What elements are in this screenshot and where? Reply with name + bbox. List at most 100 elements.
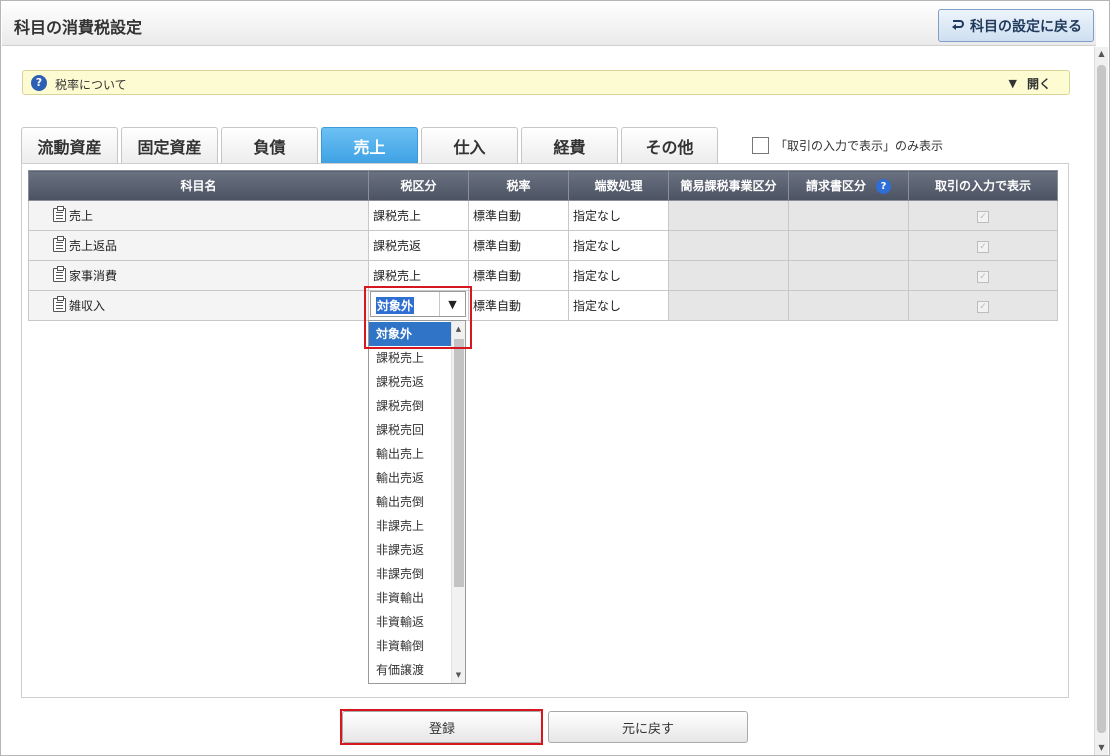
account-name: 雑収入 xyxy=(69,299,106,313)
tab-expenses[interactable]: 経費 xyxy=(521,127,618,164)
show-only-filter[interactable]: 「取引の入力で表示」のみ表示 xyxy=(752,137,943,154)
column-header-simplified-class: 簡易課税事業区分 xyxy=(668,170,789,201)
account-name: 売上 xyxy=(69,209,94,223)
tab-liabilities[interactable]: 負債 xyxy=(221,127,318,164)
invoice-class-header-label: 請求書区分 xyxy=(805,179,866,193)
show-in-entry-cell: ✓ xyxy=(908,200,1058,231)
disabled-checkbox: ✓ xyxy=(977,301,989,313)
tax-rate-cell[interactable]: 標準自動 xyxy=(468,230,569,261)
clipboard-icon xyxy=(53,296,66,312)
column-header-show-in-entry: 取引の入力で表示 xyxy=(908,170,1058,201)
info-open-toggle[interactable]: ▼ 開く xyxy=(1009,75,1051,92)
dropdown-option[interactable]: 課税売倒 xyxy=(369,394,451,418)
column-header-account: 科目名 xyxy=(28,170,369,201)
disabled-checkbox: ✓ xyxy=(977,211,989,223)
show-in-entry-cell: ✓ xyxy=(908,230,1058,261)
column-header-invoice-class: 請求書区分? xyxy=(788,170,909,201)
filter-label: 「取引の入力で表示」のみ表示 xyxy=(775,139,944,153)
table-row[interactable]: 売上返品 課税売返 標準自動 指定なし ✓ xyxy=(28,230,1058,261)
column-header-rounding: 端数処理 xyxy=(568,170,669,201)
clipboard-icon xyxy=(53,236,66,252)
accounts-table: 科目名 税区分 税率 端数処理 簡易課税事業区分 請求書区分? 取引の入力で表示… xyxy=(28,170,1058,321)
revert-button[interactable]: 元に戻す xyxy=(548,711,748,743)
table-row[interactable]: 家事消費 課税売上 標準自動 指定なし ✓ xyxy=(28,260,1058,291)
info-bar-text: 税率について xyxy=(55,78,127,92)
filter-checkbox[interactable] xyxy=(752,137,769,154)
account-name-cell: 家事消費 xyxy=(28,260,369,291)
scroll-up-arrow-icon[interactable]: ▲ xyxy=(1095,47,1108,61)
account-name: 売上返品 xyxy=(69,239,118,253)
dropdown-option[interactable]: 非課売上 xyxy=(369,514,451,538)
dropdown-option[interactable]: 非資輸倒 xyxy=(369,634,451,658)
simplified-class-cell xyxy=(668,260,789,291)
column-header-tax-rate: 税率 xyxy=(468,170,569,201)
clipboard-icon xyxy=(53,266,66,282)
show-in-entry-cell: ✓ xyxy=(908,290,1058,321)
triangle-down-icon: ▼ xyxy=(1008,77,1017,90)
open-toggle-label: 開く xyxy=(1026,77,1051,91)
page-title: 科目の消費税設定 xyxy=(14,18,143,37)
table-row[interactable]: 売上 課税売上 標準自動 指定なし ✓ xyxy=(28,200,1058,231)
back-to-account-settings-button[interactable]: 科目の設定に戻る xyxy=(938,9,1094,42)
dropdown-scroll-down-icon[interactable]: ▼ xyxy=(452,671,465,679)
dropdown-option[interactable]: 輸出売返 xyxy=(369,466,451,490)
disabled-checkbox: ✓ xyxy=(977,271,989,283)
dropdown-scroll-thumb[interactable] xyxy=(454,339,464,587)
dropdown-option[interactable]: 非資輸出 xyxy=(369,586,451,610)
invoice-class-cell xyxy=(788,290,909,321)
highlight-box-select xyxy=(364,286,472,349)
page-scrollbar[interactable]: ▲ ▼ xyxy=(1094,47,1108,755)
tab-current-assets[interactable]: 流動資産 xyxy=(21,127,118,164)
dropdown-scrollbar[interactable]: ▲ ▼ xyxy=(451,321,465,683)
return-arrow-icon xyxy=(952,19,964,30)
tab-purchases[interactable]: 仕入 xyxy=(421,127,518,164)
scroll-down-arrow-icon[interactable]: ▼ xyxy=(1095,741,1108,755)
table-row[interactable]: 雑収入 標準自動 指定なし ✓ xyxy=(28,290,1058,321)
tax-rate-cell[interactable]: 標準自動 xyxy=(468,260,569,291)
dropdown-option[interactable]: 課税売返 xyxy=(369,370,451,394)
account-name-cell: 売上 xyxy=(28,200,369,231)
tab-fixed-assets[interactable]: 固定資産 xyxy=(121,127,218,164)
back-button-label: 科目の設定に戻る xyxy=(970,18,1082,35)
rounding-cell[interactable]: 指定なし xyxy=(568,260,669,291)
invoice-class-cell xyxy=(788,200,909,231)
simplified-class-cell xyxy=(668,290,789,321)
dropdown-option[interactable]: 有価譲渡 xyxy=(369,658,451,682)
invoice-class-cell xyxy=(788,230,909,261)
dropdown-option[interactable]: 輸出売上 xyxy=(369,442,451,466)
dropdown-option[interactable]: 課税売上 xyxy=(369,346,451,370)
column-header-tax-class: 税区分 xyxy=(368,170,469,201)
question-icon: ? xyxy=(31,75,47,91)
category-tabs: 流動資産 固定資産 負債 売上 仕入 経費 その他 xyxy=(21,127,718,164)
clipboard-icon xyxy=(53,206,66,222)
account-name-cell: 売上返品 xyxy=(28,230,369,261)
tax-class-cell[interactable]: 課税売返 xyxy=(368,230,469,261)
tab-other[interactable]: その他 xyxy=(621,127,718,164)
tax-class-cell[interactable]: 課税売上 xyxy=(368,200,469,231)
rounding-cell[interactable]: 指定なし xyxy=(568,200,669,231)
rounding-cell[interactable]: 指定なし xyxy=(568,230,669,261)
dropdown-option[interactable]: 非課売返 xyxy=(369,538,451,562)
dropdown-option[interactable]: 課税売回 xyxy=(369,418,451,442)
account-name: 家事消費 xyxy=(69,269,118,283)
title-bar: 科目の消費税設定 科目の設定に戻る xyxy=(2,2,1096,46)
tax-rate-cell[interactable]: 標準自動 xyxy=(468,290,569,321)
help-icon[interactable]: ? xyxy=(876,179,891,194)
tax-class-dropdown-list[interactable]: 対象外 課税売上 課税売返 課税売倒 課税売回 輸出売上 輸出売返 輸出売倒 非… xyxy=(368,320,466,684)
dropdown-option[interactable]: 輸出売倒 xyxy=(369,490,451,514)
table-header-row: 科目名 税区分 税率 端数処理 簡易課税事業区分 請求書区分? 取引の入力で表示 xyxy=(28,170,1058,201)
dropdown-option[interactable]: 非資輸返 xyxy=(369,610,451,634)
dropdown-option[interactable]: 非課売倒 xyxy=(369,562,451,586)
show-in-entry-cell: ✓ xyxy=(908,260,1058,291)
tax-rate-info-bar[interactable]: ? 税率について ▼ 開く xyxy=(22,70,1070,95)
highlight-box-register xyxy=(340,709,543,745)
account-name-cell: 雑収入 xyxy=(28,290,369,321)
tab-sales[interactable]: 売上 xyxy=(321,127,418,164)
simplified-class-cell xyxy=(668,200,789,231)
invoice-class-cell xyxy=(788,260,909,291)
scroll-thumb[interactable] xyxy=(1097,65,1106,733)
rounding-cell[interactable]: 指定なし xyxy=(568,290,669,321)
disabled-checkbox: ✓ xyxy=(977,241,989,253)
simplified-class-cell xyxy=(668,230,789,261)
tax-rate-cell[interactable]: 標準自動 xyxy=(468,200,569,231)
